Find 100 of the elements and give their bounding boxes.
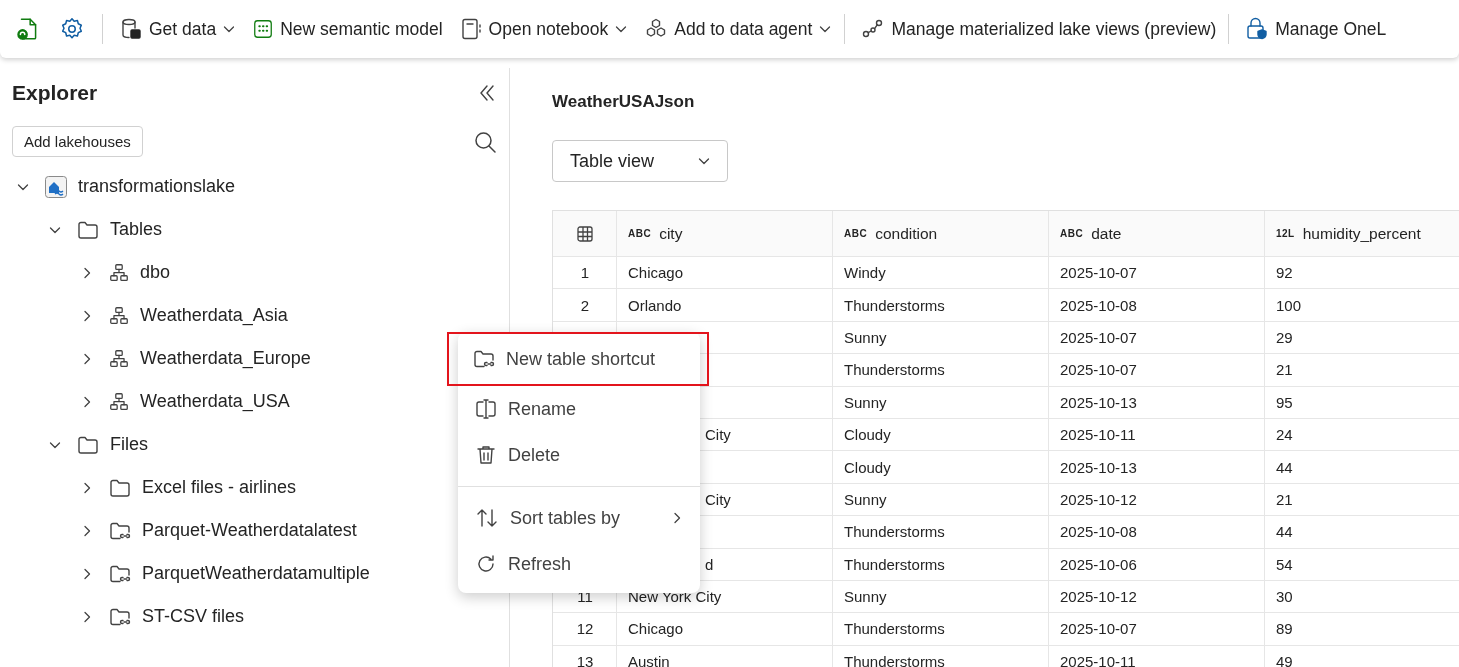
column-header: humidity_percent	[1302, 224, 1421, 243]
table-cell: 92	[1276, 264, 1293, 282]
tree-item[interactable]: transformationslake	[78, 176, 236, 197]
row-number: 1	[580, 264, 590, 282]
table-cell: 21	[1276, 490, 1293, 508]
database-icon	[119, 17, 143, 41]
column-header: date	[1091, 224, 1122, 243]
schema-icon	[108, 347, 130, 370]
table-cell: 44	[1276, 523, 1293, 541]
column-header: condition	[875, 224, 938, 243]
tree-item[interactable]: Weatherdata_Asia	[140, 305, 288, 326]
search-button[interactable]	[473, 129, 497, 154]
collapse-button[interactable]	[477, 83, 497, 103]
table-cell: New York City	[628, 588, 722, 606]
table-cell: 30	[1276, 588, 1293, 606]
table-cell: d	[705, 555, 714, 573]
menu-item[interactable]: Delete	[458, 432, 700, 478]
table-grid-icon	[576, 224, 594, 243]
table-cell: Thunderstorms	[844, 361, 945, 379]
type-tag: ABC	[844, 228, 868, 239]
table-cell: City	[705, 426, 731, 444]
table-cell: 2025-10-06	[1060, 555, 1137, 573]
lock-icon	[1245, 17, 1270, 41]
table-cell: 2025-10-13	[1060, 458, 1137, 476]
table-cell: Sunny	[844, 588, 887, 606]
schema-icon	[108, 304, 130, 327]
table-cell: 2025-10-07	[1060, 264, 1137, 282]
schema-icon	[108, 390, 130, 413]
add-lakehouses-button[interactable]: Add lakehouses	[12, 126, 143, 157]
table-cell: 2025-10-08	[1060, 523, 1137, 541]
menu-item[interactable]: Rename	[458, 386, 700, 432]
menu-item[interactable]: Sort tables by	[458, 495, 700, 541]
table-cell: City	[705, 490, 731, 508]
double-chevron-left-icon	[477, 83, 497, 103]
table-cell: Orlando	[628, 296, 682, 314]
table-cell: 44	[1276, 458, 1293, 476]
toolbar-button[interactable]: Manage materialized lake views (preview)	[853, 11, 1225, 47]
table-cell: Windy	[844, 264, 886, 282]
table-cell: Thunderstorms	[844, 555, 945, 573]
toolbar-button[interactable]: Open notebook	[450, 11, 637, 47]
table-cell: 54	[1276, 555, 1293, 573]
tree-item[interactable]: ST-CSV files	[142, 606, 245, 627]
table-cell: 29	[1276, 328, 1293, 346]
menu-item[interactable]: Refresh	[458, 541, 700, 587]
table-cell: 2025-10-13	[1060, 393, 1137, 411]
toolbar-button[interactable]: New semantic model	[244, 11, 451, 47]
table-cell: 2025-10-07	[1060, 620, 1137, 638]
toolbar-button[interactable]: Add to data agent	[636, 11, 841, 47]
tree-item[interactable]: Weatherdata_Europe	[140, 348, 311, 369]
table-cell: Sunny	[844, 328, 887, 346]
table-cell: 2025-10-12	[1060, 490, 1137, 508]
table-cell: 2025-10-11	[1060, 652, 1136, 667]
table-cell: Sunny	[844, 393, 887, 411]
trash-icon	[474, 443, 498, 467]
menu-item[interactable]: New table shortcut	[447, 332, 709, 386]
row-number: 12	[576, 620, 594, 638]
panel-title: Explorer	[12, 81, 98, 105]
table-cell: 49	[1276, 652, 1293, 667]
column-header: city	[659, 224, 683, 243]
table-cell: 24	[1276, 426, 1293, 444]
tree-item[interactable]: Excel files - airlines	[142, 477, 297, 498]
row-number: 13	[576, 652, 594, 667]
table-cell: Sunny	[844, 490, 887, 508]
tree-item[interactable]: dbo	[140, 262, 171, 283]
table-cell: Thunderstorms	[844, 652, 945, 667]
row-number: 2	[580, 296, 590, 314]
table-cell: Thunderstorms	[844, 296, 945, 314]
toolbar-button[interactable]: Manage OneL	[1237, 11, 1395, 47]
table-cell: 100	[1276, 296, 1302, 314]
lakehouse-icon	[44, 174, 68, 199]
table-cell: Cloudy	[844, 426, 891, 444]
table-cell: 2025-10-07	[1060, 328, 1137, 346]
table-cell: Cloudy	[844, 458, 891, 476]
table-cell: Chicago	[628, 620, 684, 638]
search-icon	[473, 129, 497, 154]
table-cell: Thunderstorms	[844, 523, 945, 541]
tree-item[interactable]: Parquet-Weatherdatalatest	[142, 520, 357, 541]
table-cell: 2025-10-07	[1060, 361, 1137, 379]
table-cell: Chicago	[628, 264, 684, 282]
table-cell: 21	[1276, 361, 1293, 379]
view-dropdown[interactable]: Table view	[552, 140, 728, 182]
table-cell: Thunderstorms	[844, 620, 945, 638]
type-tag: 12L	[1276, 228, 1295, 239]
table-cell: 89	[1276, 620, 1293, 638]
rename-icon	[474, 397, 498, 421]
table-cell: 2025-10-11	[1060, 426, 1136, 444]
table-cell: 2025-10-08	[1060, 296, 1137, 314]
tree-item[interactable]: Files	[110, 434, 148, 455]
tree-item[interactable]: ParquetWeatherdatamultiple	[142, 563, 370, 584]
tree-item[interactable]: Weatherdata_USA	[140, 391, 290, 412]
toolbar-button[interactable]: Get data	[111, 11, 245, 47]
type-tag: ABC	[628, 228, 652, 239]
table-cell: Austin	[628, 652, 670, 667]
tree-item[interactable]: Tables	[110, 219, 163, 240]
table-cell: 95	[1276, 393, 1293, 411]
table-cell: 2025-10-12	[1060, 588, 1137, 606]
type-tag: ABC	[1060, 228, 1084, 239]
table-title: WeatherUSAJson	[552, 92, 696, 112]
schema-icon	[108, 261, 130, 284]
grid-icon	[252, 18, 275, 40]
